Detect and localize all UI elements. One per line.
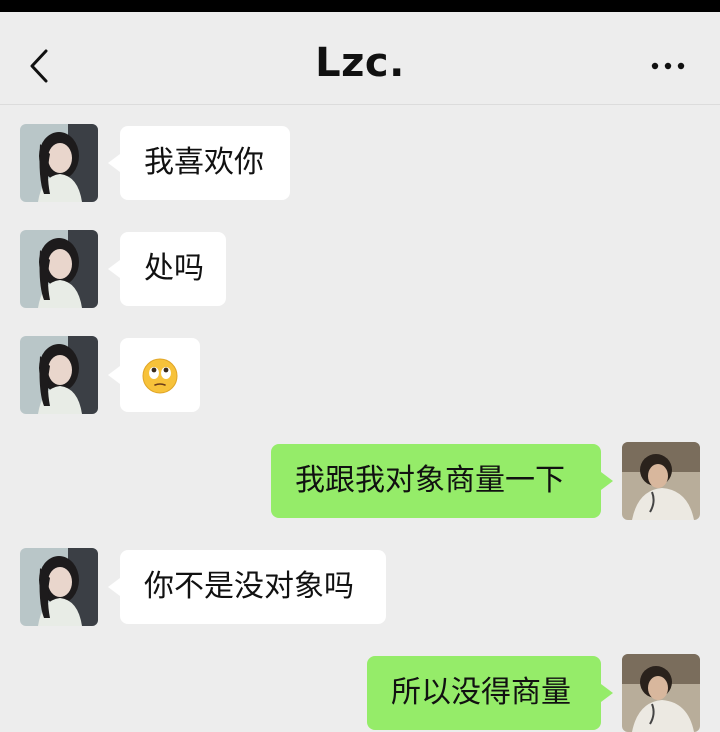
contact-avatar-image	[20, 336, 98, 414]
message-bubble-incoming[interactable]: 处吗	[108, 232, 226, 306]
my-avatar[interactable]	[622, 442, 700, 520]
contact-avatar[interactable]	[20, 548, 98, 626]
chat-title: Lzc.	[315, 40, 405, 86]
message-text: 我喜欢你	[144, 145, 264, 180]
face-with-rolling-eyes-emoji	[142, 358, 178, 394]
message-text: 我跟我对象商量一下	[295, 463, 565, 498]
chat-header: Lzc.	[0, 12, 720, 105]
message-text: 处吗	[144, 251, 204, 286]
contact-avatar-image	[20, 230, 98, 308]
contact-avatar[interactable]	[20, 124, 98, 202]
contact-avatar-image	[20, 548, 98, 626]
my-avatar[interactable]	[622, 654, 700, 732]
more-dots-icon	[651, 62, 685, 70]
my-avatar-image	[622, 654, 700, 732]
message-text: 你不是没对象吗	[144, 569, 354, 604]
message-bubble-incoming[interactable]: 你不是没对象吗	[108, 550, 386, 624]
message-text: 所以没得商量	[391, 675, 571, 710]
message-bubble-outgoing[interactable]: 所以没得商量	[367, 656, 613, 730]
contact-avatar[interactable]	[20, 230, 98, 308]
my-avatar-image	[622, 442, 700, 520]
more-button[interactable]	[650, 56, 690, 76]
contact-avatar-image	[20, 124, 98, 202]
message-bubble-incoming[interactable]: 我喜欢你	[108, 126, 290, 200]
message-bubble-incoming[interactable]	[108, 338, 200, 412]
message-bubble-outgoing[interactable]: 我跟我对象商量一下	[271, 444, 613, 518]
status-bar	[0, 0, 720, 12]
contact-avatar[interactable]	[20, 336, 98, 414]
